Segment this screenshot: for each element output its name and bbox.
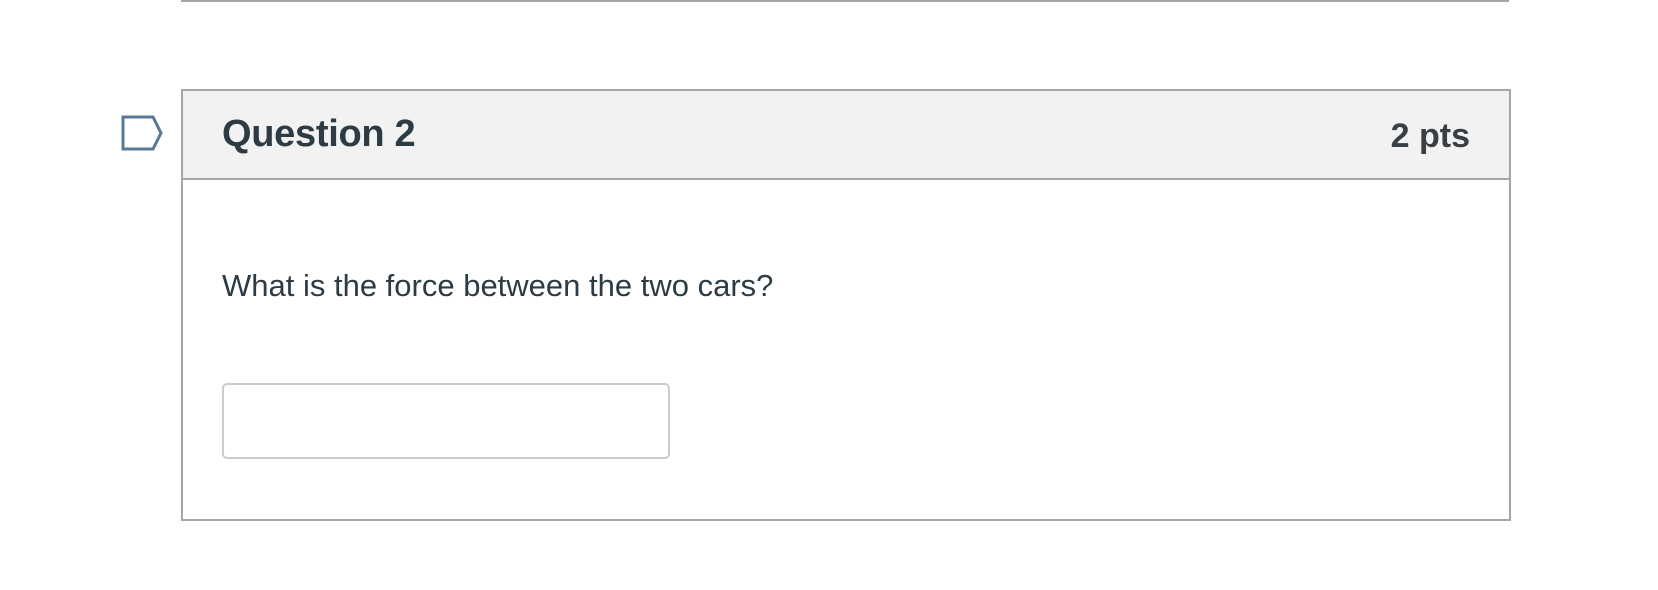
question-text: What is the force between the two cars? bbox=[222, 268, 774, 303]
flag-question-icon[interactable] bbox=[121, 115, 165, 151]
question-body: What is the force between the two cars? bbox=[183, 180, 1509, 519]
question-header: Question 2 2 pts bbox=[183, 91, 1509, 180]
question-card: Question 2 2 pts What is the force betwe… bbox=[181, 89, 1511, 521]
answer-input[interactable] bbox=[222, 383, 670, 459]
question-title: Question 2 bbox=[222, 113, 416, 155]
previous-question-card-edge bbox=[181, 0, 1509, 2]
question-points: 2 pts bbox=[1390, 117, 1470, 155]
